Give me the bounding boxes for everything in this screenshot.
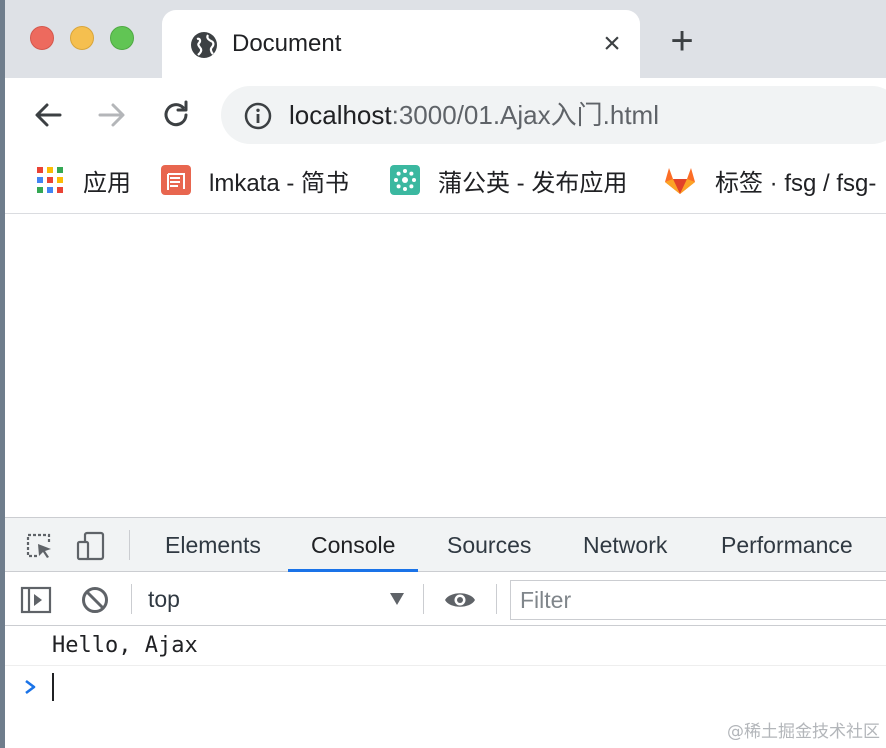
reload-icon[interactable] <box>159 98 193 132</box>
tab-elements[interactable]: Elements <box>165 518 261 572</box>
maximize-window-button[interactable] <box>110 26 134 50</box>
console-log-text: Hello, Ajax <box>52 633 198 658</box>
toolbar-divider <box>129 530 130 560</box>
tab-network[interactable]: Network <box>583 518 667 572</box>
globe-icon <box>191 32 217 58</box>
bookmark-label: 应用 <box>83 169 131 197</box>
bookmarks-bar: 应用 lmkata - 简书 蒲公英 - 发布应用 标签 · fsg / fsg… <box>5 150 886 214</box>
inspect-element-icon[interactable] <box>23 530 55 562</box>
back-arrow-icon[interactable] <box>31 98 65 132</box>
watermark: @稀土掘金技术社区 <box>727 722 880 742</box>
console-toolbar: top <box>5 572 886 626</box>
browser-tab-active[interactable]: Document × <box>162 10 640 78</box>
console-message: Hello, Ajax <box>5 626 886 666</box>
minimize-window-button[interactable] <box>70 26 94 50</box>
tab-close-button[interactable]: × <box>598 29 626 59</box>
bookmark-gitlab[interactable]: 标签 · fsg / fsg- <box>663 163 876 197</box>
eye-icon[interactable] <box>443 584 477 616</box>
page-viewport <box>5 215 886 517</box>
tab-sources[interactable]: Sources <box>447 518 531 572</box>
gitlab-icon <box>665 168 695 194</box>
url-path: :3000/01.Ajax入门.html <box>391 100 659 130</box>
tab-console[interactable]: Console <box>288 518 419 572</box>
tab-strip: Document × + <box>5 0 886 78</box>
prompt-chevron-icon <box>25 679 36 695</box>
tab-title: Document <box>232 30 342 57</box>
dropdown-arrow-icon <box>390 593 404 605</box>
toolbar-divider <box>496 584 497 614</box>
context-selector[interactable]: top <box>145 572 417 626</box>
devtools-tab-bar: Elements Console Sources Network Perform… <box>5 518 886 572</box>
forward-arrow-icon[interactable] <box>95 98 129 132</box>
url-text[interactable]: localhost:3000/01.Ajax入门.html <box>289 100 659 130</box>
text-caret <box>52 673 54 701</box>
filter-field[interactable] <box>510 580 886 620</box>
bookmark-pgyer[interactable]: 蒲公英 - 发布应用 <box>390 163 627 197</box>
address-bar[interactable]: localhost:3000/01.Ajax入门.html <box>221 86 886 144</box>
bookmark-label: lmkata - 简书 <box>209 169 350 197</box>
browser-window: Document × + localhost:3000/01.Ajax入门.ht… <box>5 0 886 748</box>
new-tab-button[interactable]: + <box>665 21 699 61</box>
bookmark-label: 蒲公英 - 发布应用 <box>438 169 628 197</box>
sidebar-toggle-icon[interactable] <box>20 584 52 616</box>
clear-console-icon[interactable] <box>79 584 111 616</box>
apps-grid-icon <box>37 167 63 193</box>
bookmark-jianshu[interactable]: lmkata - 简书 <box>161 163 349 197</box>
device-toolbar-icon[interactable] <box>75 530 107 562</box>
context-value: top <box>148 586 180 612</box>
console-prompt[interactable] <box>5 668 886 708</box>
toolbar-divider <box>423 584 424 614</box>
pgyer-icon <box>390 165 420 195</box>
close-window-button[interactable] <box>30 26 54 50</box>
bookmark-apps[interactable]: 应用 <box>35 163 131 197</box>
tab-performance[interactable]: Performance <box>721 518 853 572</box>
info-icon[interactable] <box>243 101 273 131</box>
browser-toolbar: localhost:3000/01.Ajax入门.html <box>5 78 886 150</box>
jianshu-icon <box>161 165 191 195</box>
devtools-panel: Elements Console Sources Network Perform… <box>5 517 886 748</box>
filter-input[interactable] <box>511 581 886 619</box>
bookmark-label: 标签 · fsg / fsg- <box>715 169 877 197</box>
toolbar-divider <box>131 584 132 614</box>
url-host: localhost <box>289 100 392 130</box>
